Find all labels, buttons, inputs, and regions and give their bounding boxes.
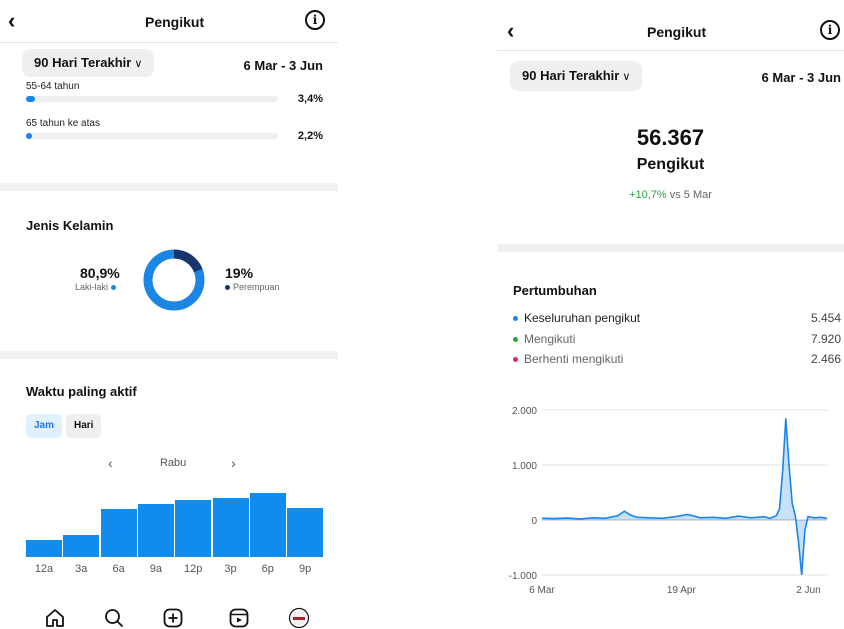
- legend-value: 5.454: [810, 311, 841, 325]
- age-label: 65 tahun ke atas: [26, 118, 100, 129]
- legend-label: Berhenti mengikuti: [524, 352, 624, 366]
- growth-row-total: Keseluruhan pengikut 5.454: [513, 311, 841, 327]
- hour-label: 6p: [261, 563, 274, 575]
- chevron-down-icon: ∨: [134, 58, 143, 70]
- day-label: Rabu: [160, 457, 187, 469]
- female-percent: 19%: [225, 265, 254, 281]
- legend-value: 2.466: [810, 352, 841, 366]
- date-range-text: 6 Mar - 3 Jun: [761, 70, 841, 85]
- female-dot: [225, 285, 230, 291]
- legend-value: 7.920: [810, 332, 841, 346]
- delta-suffix: vs 5 Mar: [666, 189, 712, 201]
- hour-label: 12p: [184, 563, 203, 575]
- age-bar-fill: [26, 96, 35, 102]
- tab-hari[interactable]: Hari: [66, 414, 102, 438]
- age-value: 3,4%: [297, 93, 323, 105]
- back-icon[interactable]: ‹: [507, 20, 514, 42]
- back-icon[interactable]: ‹: [8, 10, 15, 32]
- age-bar: [26, 96, 278, 102]
- x-tick-label: 19 Apr: [667, 585, 697, 596]
- legend-dot: [513, 357, 518, 363]
- hour-label: 9a: [149, 563, 163, 575]
- hour-label: 9p: [298, 563, 312, 575]
- hour-label: 3p: [224, 563, 237, 575]
- info-icon[interactable]: i: [820, 20, 840, 40]
- growth-chart: 2.000 1.000 0 -1.000 6 Mar 19 Apr 2 Jun: [509, 406, 828, 596]
- male-dot: [111, 285, 117, 291]
- right-panel: ‹ Pengikut i 90 Hari Terakhir ∨ 6 Mar - 3…: [497, 0, 844, 629]
- follower-delta: +10,7% vs 5 Mar: [497, 189, 844, 201]
- hour-bar: [287, 508, 324, 557]
- create-icon[interactable]: [162, 607, 184, 629]
- age-value: 2,2%: [297, 130, 323, 142]
- gender-title: Jenis Kelamin: [26, 218, 114, 233]
- info-icon[interactable]: i: [305, 10, 325, 30]
- male-legend: Laki-laki: [75, 282, 119, 292]
- gender-donut: [143, 249, 205, 311]
- divider: [497, 50, 844, 51]
- legend-dot: [513, 337, 518, 343]
- hour-bar: [100, 509, 137, 557]
- date-range-text: 6 Mar - 3 Jun: [243, 58, 323, 73]
- active-time-title: Waktu paling aktif: [26, 384, 137, 399]
- hour-bar: [212, 498, 249, 557]
- search-icon[interactable]: [103, 607, 125, 629]
- legend-label: Keseluruhan pengikut: [524, 311, 641, 325]
- chevron-right-icon[interactable]: ›: [231, 455, 236, 471]
- left-header: ‹ Pengikut i: [0, 0, 338, 42]
- follower-count: 56.367: [636, 125, 705, 150]
- male-percent: 80,9%: [80, 265, 120, 281]
- hour-label: 6a: [112, 563, 125, 575]
- hour-label: 12a: [34, 563, 54, 575]
- divider: [0, 42, 338, 43]
- female-label: Perempuan: [233, 282, 280, 292]
- growth-title: Pertumbuhan: [513, 283, 597, 298]
- delta-value: +10,7%: [629, 189, 667, 201]
- x-tick-label: 6 Mar: [529, 585, 555, 596]
- y-tick-label: 2.000: [512, 406, 537, 417]
- date-range-button[interactable]: 90 Hari Terakhir ∨: [510, 61, 643, 91]
- section-divider: [497, 244, 844, 252]
- hour-bar: [26, 540, 62, 557]
- y-tick-label: 1.000: [512, 461, 537, 472]
- profile-icon[interactable]: [288, 607, 310, 629]
- legend-label: Mengikuti: [524, 332, 576, 346]
- tab-jam[interactable]: Jam: [26, 414, 63, 438]
- date-range-label: 90 Hari Terakhir: [34, 55, 132, 70]
- legend-dot: [513, 316, 518, 322]
- growth-row-unfollows: Berhenti mengikuti 2.466: [513, 352, 841, 368]
- age-row-clip: 55-64 tahun: [0, 80, 338, 90]
- date-range-label: 90 Hari Terakhir: [522, 68, 620, 83]
- reels-icon[interactable]: [228, 607, 250, 629]
- hour-bar: [137, 504, 174, 557]
- section-divider: [0, 351, 338, 359]
- male-label: Laki-laki: [75, 282, 109, 292]
- growth-row-follows: Mengikuti 7.920: [513, 332, 841, 348]
- x-tick-label: 2 Jun: [796, 585, 820, 596]
- hour-label: 3a: [75, 563, 88, 575]
- age-bar: [26, 133, 278, 139]
- page-title: Pengikut: [145, 14, 205, 30]
- chevron-left-icon[interactable]: ‹: [108, 455, 113, 471]
- y-tick-label: -1.000: [509, 571, 538, 582]
- date-range-button[interactable]: 90 Hari Terakhir ∨: [22, 49, 155, 77]
- chevron-down-icon: ∨: [622, 71, 631, 83]
- age-bar-fill: [26, 133, 32, 139]
- right-header: ‹ Pengikut i: [497, 0, 844, 42]
- section-divider: [0, 183, 338, 191]
- page-title: Pengikut: [647, 24, 707, 40]
- home-icon[interactable]: [44, 607, 66, 629]
- follower-label: Pengikut: [636, 156, 705, 173]
- female-legend: Perempuan: [222, 282, 280, 292]
- hour-bar: [249, 493, 286, 557]
- hour-bar: [175, 500, 212, 557]
- y-tick-label: 0: [531, 516, 537, 527]
- hour-bar: [63, 535, 100, 557]
- age-label: 55-64 tahun: [26, 81, 80, 90]
- left-panel: ‹ Pengikut i 90 Hari Terakhir ∨ 6 Mar - 3…: [0, 0, 338, 629]
